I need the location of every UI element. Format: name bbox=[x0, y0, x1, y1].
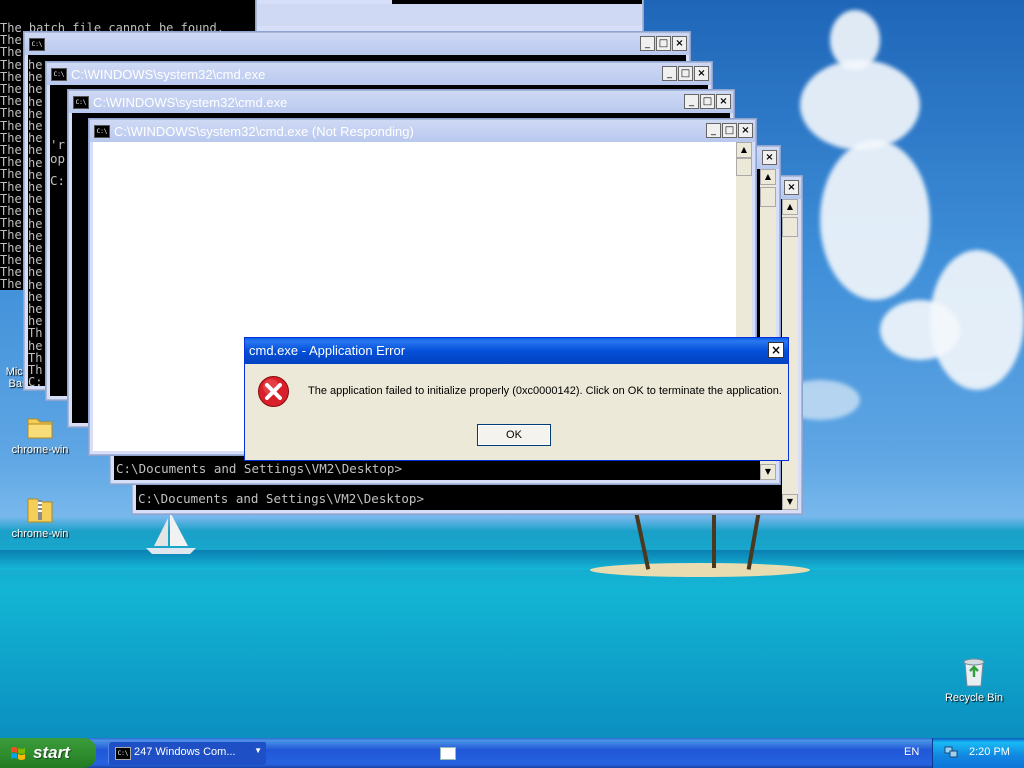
close-button[interactable]: × bbox=[768, 342, 784, 358]
console-line: he bbox=[28, 94, 43, 109]
minimize-button[interactable]: _ bbox=[640, 36, 655, 51]
scroll-up-arrow[interactable]: ▲ bbox=[760, 169, 776, 185]
start-button[interactable]: start bbox=[0, 738, 96, 768]
application-error-dialog[interactable]: cmd.exe - Application Error × The applic… bbox=[244, 337, 789, 461]
console-line: he bbox=[28, 265, 43, 280]
window-title: C:\WINDOWS\system32\cmd.exe (Not Respond… bbox=[114, 124, 414, 139]
console-icon: C:\ bbox=[115, 747, 131, 760]
console-icon: C:\ bbox=[51, 68, 67, 81]
console-output: he he he he he he he he he he he he he he he he he he he he… bbox=[28, 59, 42, 386]
zip-folder-icon bbox=[27, 498, 53, 523]
show-desktop-icon[interactable] bbox=[440, 747, 456, 760]
cloud bbox=[820, 140, 930, 300]
taskbar-group-button[interactable]: C:\ 247 Windows Com... ▼ bbox=[108, 741, 266, 765]
title-bar[interactable]: C:\ C:\WINDOWS\system32\cmd.exe _ □ × bbox=[47, 63, 711, 85]
icon-label: chrome-win bbox=[11, 444, 69, 456]
title-bar[interactable]: C:\ C:\WINDOWS\system32\cmd.exe _ □ × bbox=[69, 91, 733, 113]
window-title: C:\WINDOWS\system32\cmd.exe bbox=[71, 67, 266, 82]
error-icon bbox=[258, 376, 289, 407]
console-prompt: C:\Documents and Settings\VM2\Desktop> bbox=[116, 461, 402, 476]
console-line: he bbox=[28, 204, 43, 219]
close-button[interactable]: × bbox=[784, 180, 799, 195]
cloud bbox=[800, 60, 920, 150]
minimize-button[interactable]: _ bbox=[662, 66, 677, 81]
console-line: he bbox=[28, 82, 43, 97]
taskbar-group-label: 247 Windows Com... bbox=[134, 746, 236, 758]
close-button[interactable]: × bbox=[762, 150, 777, 165]
maximize-button[interactable]: □ bbox=[656, 36, 671, 51]
folder-icon bbox=[27, 418, 53, 439]
icon-label: Recycle Bin bbox=[944, 692, 1004, 704]
console-icon: C:\ bbox=[29, 38, 45, 51]
windows-flag-icon bbox=[11, 747, 25, 760]
error-message: The application failed to initialize pro… bbox=[308, 385, 782, 397]
start-label: start bbox=[33, 743, 70, 762]
desktop-icon-chrome-win-zip[interactable]: chrome-win bbox=[0, 494, 80, 540]
console-line: he bbox=[28, 143, 43, 158]
console-text: op bbox=[50, 151, 66, 166]
console-prompt: C: bbox=[50, 173, 66, 188]
scroll-up-arrow[interactable]: ▲ bbox=[782, 199, 798, 215]
ok-button[interactable]: OK bbox=[477, 424, 551, 446]
window-title: C:\WINDOWS\system32\cmd.exe bbox=[93, 95, 288, 110]
console-line: he bbox=[28, 216, 43, 231]
icon-label: chrome-win bbox=[11, 528, 69, 540]
scroll-thumb[interactable] bbox=[760, 187, 776, 207]
island bbox=[590, 563, 810, 577]
console-line: C: bbox=[28, 375, 43, 386]
chevron-down-icon: ▼ bbox=[254, 746, 262, 755]
console-window-stub[interactable] bbox=[256, 0, 643, 33]
close-button[interactable]: × bbox=[694, 66, 709, 81]
network-icon[interactable] bbox=[944, 746, 958, 759]
minimize-button[interactable]: _ bbox=[706, 123, 721, 138]
cloud bbox=[830, 10, 880, 70]
maximize-button[interactable]: □ bbox=[722, 123, 737, 138]
scroll-thumb[interactable] bbox=[736, 158, 752, 176]
dialog-title: cmd.exe - Application Error bbox=[249, 343, 406, 358]
console-line: Th bbox=[28, 326, 43, 341]
console-icon: C:\ bbox=[73, 96, 89, 109]
scroll-up-arrow[interactable]: ▲ bbox=[736, 142, 752, 158]
dialog-title-bar[interactable]: cmd.exe - Application Error × bbox=[245, 338, 788, 364]
clock[interactable]: 2:20 PM bbox=[969, 746, 1010, 758]
recycle-bin-icon bbox=[963, 658, 985, 687]
maximize-button[interactable]: □ bbox=[678, 66, 693, 81]
close-button[interactable]: × bbox=[672, 36, 687, 51]
sailboat bbox=[146, 512, 196, 554]
title-bar[interactable]: C:\ C:\WINDOWS\system32\cmd.exe (Not Res… bbox=[90, 120, 755, 142]
maximize-button[interactable]: □ bbox=[700, 94, 715, 109]
console-prompt: C:\Documents and Settings\VM2\Desktop> bbox=[138, 491, 424, 506]
system-tray: 2:20 PM bbox=[932, 738, 1024, 768]
console-line: he bbox=[28, 155, 43, 170]
close-button[interactable]: × bbox=[738, 123, 753, 138]
desktop-icon-recycle-bin[interactable]: Recycle Bin bbox=[934, 656, 1014, 704]
scroll-down-arrow[interactable]: ▼ bbox=[760, 464, 776, 480]
cloud bbox=[880, 300, 960, 360]
console-icon: C:\ bbox=[94, 125, 110, 138]
minimize-button[interactable]: _ bbox=[684, 94, 699, 109]
close-button[interactable]: × bbox=[716, 94, 731, 109]
title-bar[interactable]: C:\ _ □ × bbox=[25, 33, 689, 55]
language-indicator[interactable]: EN bbox=[904, 746, 919, 758]
scroll-thumb[interactable] bbox=[782, 217, 798, 237]
taskbar: start C:\ 247 Windows Com... ▼ EN 2:20 P… bbox=[0, 738, 1024, 768]
scroll-down-arrow[interactable]: ▼ bbox=[782, 494, 798, 510]
console-text: 'r bbox=[50, 137, 66, 152]
